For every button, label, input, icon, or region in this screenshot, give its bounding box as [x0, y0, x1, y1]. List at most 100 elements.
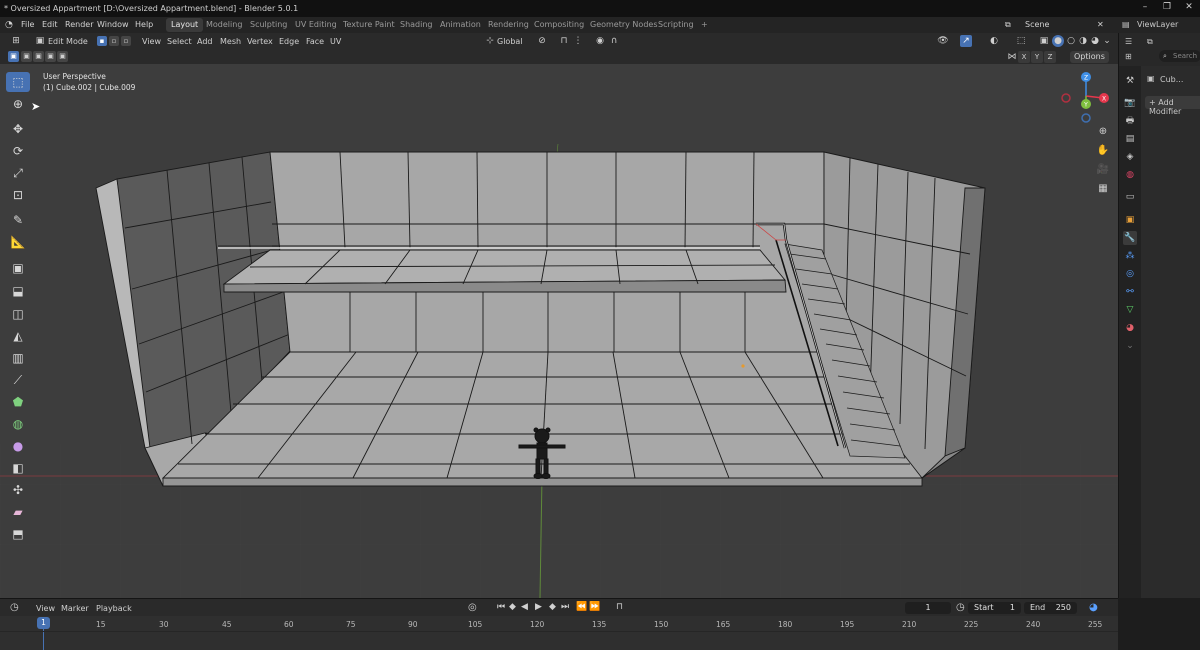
auto-keying-icon[interactable]: ◎ — [468, 602, 477, 613]
edge-slide-tool-icon[interactable]: ◧ — [6, 458, 30, 478]
smooth-tool-icon[interactable]: ● — [6, 436, 30, 456]
preview-range-icon[interactable]: ◷ — [956, 602, 965, 613]
render-tab-icon[interactable]: 📷 — [1123, 96, 1137, 110]
blender-logo-icon[interactable]: ◔ — [5, 20, 13, 30]
poly-build-tool-icon[interactable]: ⬟ — [6, 392, 30, 412]
menu-select[interactable]: Select — [167, 37, 192, 46]
select-extend-icon[interactable]: ▣ — [21, 51, 32, 62]
layers-icon[interactable]: ▤ — [1122, 20, 1130, 29]
tab-texture-paint[interactable]: Texture Paint — [338, 18, 400, 32]
xray-icon[interactable]: ▣ — [1038, 35, 1050, 47]
shading-wireframe-icon[interactable]: ○ — [1065, 35, 1077, 47]
transform-tool-icon[interactable]: ⊡ — [6, 185, 30, 205]
extrude-tool-icon[interactable]: ⬓ — [6, 281, 30, 301]
tab-layout[interactable]: Layout — [166, 18, 204, 32]
timeline-menu-playback[interactable]: Playback — [96, 604, 132, 613]
zoom-icon[interactable]: ⊕ — [1095, 124, 1111, 140]
knife-tool-icon[interactable]: ⟋ — [6, 370, 30, 390]
jump-end-icon[interactable]: ⏭ — [561, 602, 569, 612]
view-layer-tab-icon[interactable]: ▤ — [1123, 132, 1137, 146]
pivot-point-icon[interactable]: ⊘ — [536, 35, 548, 47]
minimize-icon[interactable]: – — [1138, 2, 1152, 14]
more-tabs-icon[interactable]: ⌄ — [1123, 339, 1137, 353]
maximize-icon[interactable]: ❐ — [1160, 2, 1174, 14]
cursor-tool-icon[interactable]: ⊕ — [6, 94, 30, 114]
tab-animation[interactable]: Animation — [435, 18, 486, 32]
next-keyframe-icon[interactable]: ⏩ — [589, 602, 600, 612]
measure-tool-icon[interactable]: 📐 — [6, 232, 30, 252]
options-dropdown[interactable]: Options — [1070, 51, 1109, 63]
tab-geometry-nodes[interactable]: Geometry Nodes — [585, 18, 662, 32]
properties-editor-icon[interactable]: ⊞ — [1125, 52, 1132, 61]
start-frame-field[interactable]: Start 1 — [968, 602, 1021, 614]
menu-render[interactable]: Render — [65, 20, 93, 29]
object-tab-icon[interactable]: ▣ — [1123, 213, 1137, 227]
scene-canvas[interactable] — [0, 64, 1118, 598]
material-tab-icon[interactable]: ◕ — [1123, 321, 1137, 335]
tab-rendering[interactable]: Rendering — [483, 18, 534, 32]
menu-view[interactable]: View — [142, 37, 161, 46]
timeline-area[interactable]: 1 15 30 45 60 75 90 105 120 135 150 165 … — [0, 616, 1118, 650]
timeline-menu-view[interactable]: View — [36, 604, 55, 613]
prev-keyframe-icon[interactable]: ⏪ — [576, 602, 587, 612]
shear-tool-icon[interactable]: ▰ — [6, 502, 30, 522]
shading-material-icon[interactable]: ◑ — [1077, 35, 1089, 47]
shrink-fatten-tool-icon[interactable]: ✣ — [6, 480, 30, 500]
tab-compositing[interactable]: Compositing — [529, 18, 589, 32]
scene-close-icon[interactable]: ✕ — [1097, 20, 1104, 29]
edge-select-icon[interactable]: ▫ — [109, 36, 119, 46]
rotate-tool-icon[interactable]: ⟳ — [6, 141, 30, 161]
3d-viewport[interactable]: User Perspective (1) Cube.002 | Cube.009 — [0, 64, 1118, 598]
face-select-icon[interactable]: ▫ — [121, 36, 131, 46]
jump-keyframe-forward-icon[interactable]: ◆ — [549, 602, 556, 612]
bevel-tool-icon[interactable]: ◭ — [6, 326, 30, 346]
mirror-x-button[interactable]: X — [1018, 51, 1030, 63]
gizmo-toggle-icon[interactable]: ↗ — [960, 35, 972, 47]
visibility-icon[interactable]: 👁 — [937, 35, 949, 47]
scene-tab-icon[interactable]: ◈ — [1123, 150, 1137, 164]
scale-tool-icon[interactable]: ⤢ — [6, 163, 30, 183]
spin-tool-icon[interactable]: ◍ — [6, 414, 30, 434]
orientation-dropdown[interactable]: Global — [497, 37, 523, 46]
menu-window[interactable]: Window — [97, 20, 129, 29]
select-invert-icon[interactable]: ▣ — [57, 51, 68, 62]
screen-icon[interactable]: ⧉ — [1005, 20, 1011, 30]
mirror-z-button[interactable]: Z — [1044, 51, 1056, 63]
editor-type-icon[interactable]: ⊞ — [10, 35, 22, 47]
menu-vertex[interactable]: Vertex — [247, 37, 273, 46]
timeline-filter-icon[interactable]: ◕ — [1089, 602, 1098, 613]
add-cube-tool-icon[interactable]: ▣ — [6, 258, 30, 278]
particles-tab-icon[interactable]: ⁂ — [1123, 249, 1137, 263]
menu-uv[interactable]: UV — [330, 37, 341, 46]
tab-scripting[interactable]: Scripting — [653, 18, 699, 32]
shading-options-icon[interactable]: ⌄ — [1101, 35, 1113, 47]
data-tab-icon[interactable]: ▽ — [1123, 303, 1137, 317]
menu-file[interactable]: File — [21, 20, 34, 29]
modifier-tab-icon[interactable]: 🔧 — [1123, 231, 1137, 245]
proportional-editing-icon[interactable]: ◉ — [594, 35, 606, 47]
playhead-frame[interactable]: 1 — [37, 617, 50, 629]
mesh-overlay-icon[interactable]: ⬚ — [1015, 35, 1027, 47]
view-layer-name[interactable]: ViewLayer — [1137, 20, 1178, 29]
shading-rendered-icon[interactable]: ◕ — [1089, 35, 1101, 47]
world-tab-icon[interactable]: ◍ — [1123, 168, 1137, 182]
end-frame-field[interactable]: End 250 — [1024, 602, 1077, 614]
tab-uv-editing[interactable]: UV Editing — [290, 18, 342, 32]
select-tool-icon[interactable]: ⬚ — [6, 72, 30, 92]
menu-edit[interactable]: Edit — [42, 20, 58, 29]
camera-view-icon[interactable]: 🎥 — [1095, 162, 1111, 178]
proportional-falloff-icon[interactable]: ∩ — [608, 35, 620, 47]
play-reverse-icon[interactable]: ◀ — [521, 602, 528, 612]
timeline-menu-marker[interactable]: Marker — [61, 604, 89, 613]
jump-keyframe-back-icon[interactable]: ◆ — [509, 602, 516, 612]
overlay-toggle-icon[interactable]: ◐ — [988, 35, 1000, 47]
menu-help[interactable]: Help — [135, 20, 153, 29]
play-icon[interactable]: ▶ — [535, 602, 542, 612]
select-box-mode-icon[interactable]: ▣ — [8, 51, 19, 62]
snap-icon[interactable]: ⊓ — [558, 35, 570, 47]
tab-shading[interactable]: Shading — [395, 18, 438, 32]
collection-tab-icon[interactable]: ▭ — [1123, 190, 1137, 204]
rip-tool-icon[interactable]: ⬒ — [6, 524, 30, 544]
close-icon[interactable]: ✕ — [1182, 2, 1196, 14]
tab-modeling[interactable]: Modeling — [201, 18, 247, 32]
